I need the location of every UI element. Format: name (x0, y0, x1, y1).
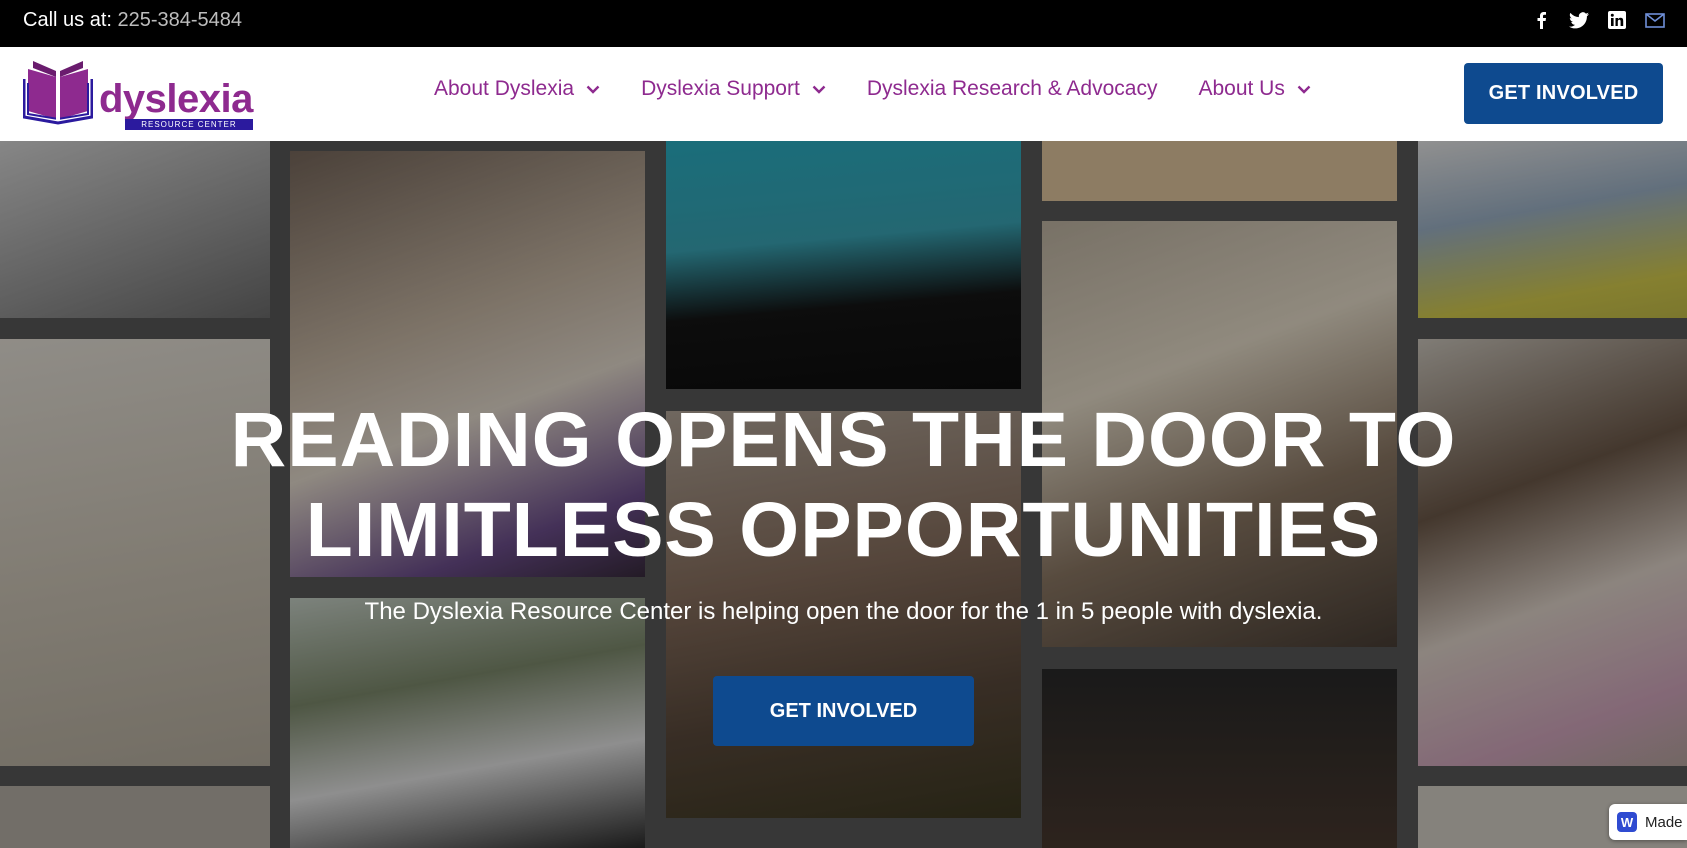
logo-text: dyslexia (99, 77, 253, 121)
chevron-down-icon (1297, 85, 1311, 94)
nav-research-advocacy[interactable]: Dyslexia Research & Advocacy (867, 77, 1158, 101)
hero-title: READING OPENS THE DOOR TO LIMITLESS OPPO… (0, 395, 1687, 575)
site-logo[interactable]: dyslexia RESOURCE CENTER (22, 59, 253, 130)
phone-link[interactable]: 225-384-5484 (118, 9, 243, 31)
nav-about-dyslexia[interactable]: About Dyslexia (434, 77, 600, 101)
nav-research-advocacy-label: Dyslexia Research & Advocacy (866, 77, 1158, 100)
made-with-badge[interactable]: W Made (1609, 804, 1687, 840)
nav-about-us-label: About Us (1198, 77, 1285, 100)
hero-title-line-2: LIMITLESS OPPORTUNITIES (305, 487, 1382, 573)
hero-section: READING OPENS THE DOOR TO LIMITLESS OPPO… (0, 141, 1687, 848)
badge-label: Made (1645, 813, 1683, 831)
chevron-down-icon (812, 85, 826, 94)
call-label: Call us at: (23, 9, 112, 31)
nav-dyslexia-support-label: Dyslexia Support (641, 77, 800, 100)
book-logo-icon (22, 59, 94, 130)
top-bar: Call us at: 225-384-5484 (0, 0, 1687, 47)
builder-logo-icon: W (1617, 812, 1637, 832)
facebook-icon[interactable] (1531, 10, 1551, 30)
nav-about-dyslexia-label: About Dyslexia (434, 77, 575, 100)
main-nav: About Dyslexia Dyslexia Support Dyslexia… (434, 77, 1352, 101)
nav-dyslexia-support[interactable]: Dyslexia Support (641, 77, 826, 101)
social-links (1531, 10, 1665, 30)
hero-title-line-1: READING OPENS THE DOOR TO (230, 397, 1457, 483)
call-us: Call us at: 225-384-5484 (23, 9, 242, 32)
logo-wordmark: dyslexia RESOURCE CENTER (99, 77, 253, 130)
nav-about-us[interactable]: About Us (1198, 77, 1311, 101)
linkedin-icon[interactable] (1607, 10, 1627, 30)
hero-get-involved-button[interactable]: GET INVOLVED (713, 676, 974, 746)
logo-tagline: RESOURCE CENTER (125, 119, 253, 130)
chevron-down-icon (586, 85, 600, 94)
site-header: dyslexia RESOURCE CENTER About Dyslexia … (0, 47, 1687, 141)
get-involved-button[interactable]: GET INVOLVED (1464, 63, 1663, 124)
twitter-icon[interactable] (1569, 10, 1589, 30)
mail-icon[interactable] (1645, 10, 1665, 30)
hero-subtitle: The Dyslexia Resource Center is helping … (364, 598, 1323, 625)
